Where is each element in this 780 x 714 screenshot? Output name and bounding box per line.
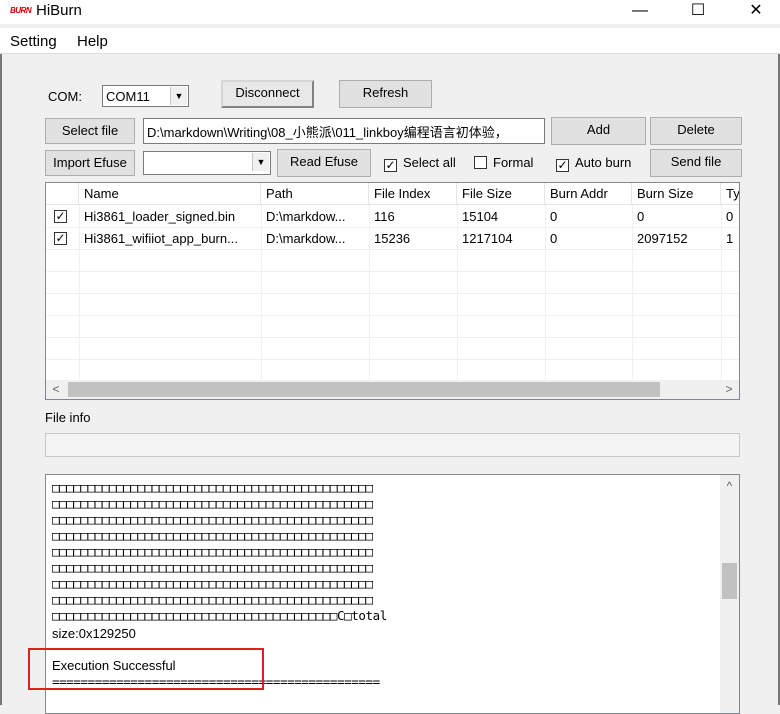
refresh-button[interactable]: Refresh: [339, 80, 432, 108]
menu-help[interactable]: Help: [77, 33, 108, 50]
checkbox-box[interactable]: ✓: [384, 159, 397, 172]
grid-line: [46, 315, 739, 316]
log-line: □□□□□□□□□□□□□□□□□□□□□□□□□□□□□□□□□□□□□□□□…: [52, 560, 373, 575]
table-row[interactable]: ✓ Hi3861_wifiiot_app_burn... D:\markdow.…: [46, 228, 739, 250]
efuse-select[interactable]: ▼: [143, 151, 271, 175]
select-all-label: Select all: [403, 155, 456, 170]
log-size-line: size:0x129250: [52, 626, 136, 641]
cell-burn-addr: 0: [550, 209, 558, 224]
menu-setting[interactable]: Setting: [10, 33, 57, 50]
scroll-up-icon[interactable]: ^: [720, 477, 739, 496]
log-line: □□□□□□□□□□□□□□□□□□□□□□□□□□□□□□□□□□□□□□□□…: [52, 512, 373, 527]
scroll-thumb[interactable]: [722, 563, 737, 599]
cell-file-index: 15236: [374, 231, 411, 246]
cell-path: D:\markdow...: [266, 209, 346, 224]
chevron-down-icon[interactable]: ▼: [252, 153, 269, 171]
checkbox-box[interactable]: [474, 156, 487, 169]
read-efuse-button[interactable]: Read Efuse: [277, 149, 371, 177]
cell-burn-addr: 0: [550, 231, 558, 246]
cell-path: D:\markdow...: [266, 231, 346, 246]
table-horizontal-scrollbar[interactable]: < >: [46, 380, 739, 399]
select-all-checkbox[interactable]: ✓ Select all: [384, 155, 456, 172]
table-header: Name Path File Index File Size Burn Addr…: [46, 183, 739, 205]
column-header-name[interactable]: Name: [79, 183, 261, 205]
highlight-box: [28, 648, 264, 690]
file-info-field: [45, 433, 740, 457]
cell-burn-size: 2097152: [637, 231, 688, 246]
add-button[interactable]: Add: [551, 117, 646, 145]
cell-burn-size: 0: [637, 209, 645, 224]
cell-type: 0: [726, 209, 734, 224]
title-bar: BURN HiBurn — ☐ ✕: [0, 0, 780, 24]
formal-label: Formal: [493, 155, 534, 170]
burn-logo-icon: BURN: [10, 6, 32, 15]
file-path-field[interactable]: D:\markdown\Writing\08_小熊派\011_linkboy编程…: [143, 118, 545, 144]
log-line: □□□□□□□□□□□□□□□□□□□□□□□□□□□□□□□□□□□□□□□□…: [52, 544, 373, 559]
menu-bar: Setting Help: [0, 28, 780, 54]
column-header-file-index[interactable]: File Index: [369, 183, 457, 205]
scroll-right-icon[interactable]: >: [719, 380, 739, 399]
cell-type: 1: [726, 231, 734, 246]
formal-checkbox[interactable]: Formal: [474, 155, 533, 170]
auto-burn-checkbox[interactable]: ✓ Auto burn: [556, 155, 631, 172]
grid-line: [46, 359, 739, 360]
log-vertical-scrollbar[interactable]: ^: [720, 475, 739, 713]
maximize-button[interactable]: ☐: [678, 0, 718, 24]
column-header-file-size[interactable]: File Size: [457, 183, 545, 205]
com-label: COM:: [48, 89, 82, 104]
log-line: □□□□□□□□□□□□□□□□□□□□□□□□□□□□□□□□□□□□□□□□…: [52, 480, 373, 495]
row-checkbox[interactable]: ✓: [54, 210, 67, 223]
checkbox-box[interactable]: ✓: [556, 159, 569, 172]
select-file-button[interactable]: Select file: [45, 118, 135, 144]
row-checkbox[interactable]: ✓: [54, 232, 67, 245]
scroll-thumb[interactable]: [68, 382, 660, 397]
disconnect-button[interactable]: Disconnect: [221, 80, 314, 108]
grid-line: [46, 271, 739, 272]
cell-file-size: 1217104: [462, 231, 513, 246]
close-button[interactable]: ✕: [736, 0, 776, 24]
column-header-burn-size[interactable]: Burn Size: [632, 183, 721, 205]
file-table: Name Path File Index File Size Burn Addr…: [45, 182, 740, 400]
log-line: □□□□□□□□□□□□□□□□□□□□□□□□□□□□□□□□□□□□□□□□…: [52, 592, 373, 607]
scroll-left-icon[interactable]: <: [46, 380, 66, 399]
log-line: □□□□□□□□□□□□□□□□□□□□□□□□□□□□□□□□□□□□□□□□…: [52, 608, 387, 623]
column-header-type[interactable]: Ty: [721, 183, 739, 205]
window-title: HiBurn: [36, 2, 82, 19]
cell-file-index: 116: [374, 209, 395, 224]
log-line: □□□□□□□□□□□□□□□□□□□□□□□□□□□□□□□□□□□□□□□□…: [52, 528, 373, 543]
table-row[interactable]: ✓ Hi3861_loader_signed.bin D:\markdow...…: [46, 206, 739, 228]
log-line: □□□□□□□□□□□□□□□□□□□□□□□□□□□□□□□□□□□□□□□□…: [52, 576, 373, 591]
send-file-button[interactable]: Send file: [650, 149, 742, 177]
window-left-edge: [0, 54, 2, 705]
cell-name: Hi3861_loader_signed.bin: [84, 209, 236, 224]
auto-burn-label: Auto burn: [575, 155, 632, 170]
com-port-value: COM11: [106, 89, 150, 104]
minimize-button[interactable]: —: [620, 0, 660, 24]
file-info-label: File info: [45, 410, 91, 425]
log-line: □□□□□□□□□□□□□□□□□□□□□□□□□□□□□□□□□□□□□□□□…: [52, 496, 373, 511]
delete-button[interactable]: Delete: [650, 117, 742, 145]
cell-file-size: 15104: [462, 209, 499, 224]
import-efuse-button[interactable]: Import Efuse: [45, 150, 135, 176]
cell-name: Hi3861_wifiiot_app_burn...: [84, 231, 238, 246]
column-header-check[interactable]: [46, 183, 79, 205]
column-header-path[interactable]: Path: [261, 183, 369, 205]
chevron-down-icon[interactable]: ▼: [170, 87, 187, 105]
column-header-burn-addr[interactable]: Burn Addr: [545, 183, 632, 205]
com-port-select[interactable]: COM11 ▼: [102, 85, 189, 107]
grid-line: [46, 337, 739, 338]
grid-line: [46, 293, 739, 294]
